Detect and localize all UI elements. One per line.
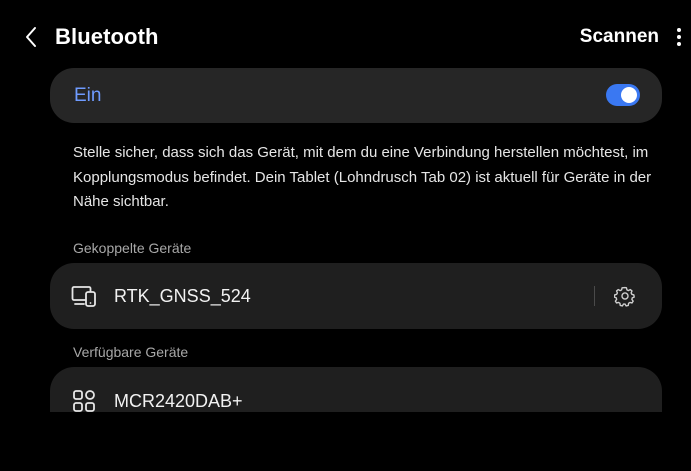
row-divider bbox=[594, 286, 595, 306]
devices-icon bbox=[71, 283, 97, 309]
bluetooth-toggle-card[interactable]: Ein bbox=[50, 68, 662, 123]
paired-device-name: RTK_GNSS_524 bbox=[114, 286, 251, 306]
app-header: Bluetooth Scannen bbox=[0, 0, 691, 72]
back-button[interactable] bbox=[16, 22, 46, 52]
page-title: Bluetooth bbox=[55, 24, 159, 49]
bluetooth-status-label: Ein bbox=[74, 85, 102, 106]
device-settings-button[interactable] bbox=[612, 283, 638, 309]
switch-knob bbox=[621, 87, 637, 103]
bluetooth-switch[interactable] bbox=[606, 84, 640, 106]
more-vertical-icon bbox=[677, 28, 681, 46]
paired-device-row[interactable]: RTK_GNSS_524 bbox=[50, 263, 662, 329]
gear-icon bbox=[614, 286, 635, 307]
paired-devices-heading: Gekoppelte Geräte bbox=[73, 240, 192, 256]
available-device-name: MCR2420DAB+ bbox=[114, 391, 243, 411]
visibility-description: Stelle sicher, dass sich das Gerät, mit … bbox=[73, 144, 652, 210]
available-devices-heading: Verfügbare Geräte bbox=[73, 344, 189, 360]
bottom-area bbox=[0, 412, 691, 471]
chevron-left-icon bbox=[26, 27, 36, 47]
scan-button[interactable]: Scannen bbox=[580, 25, 659, 49]
grid-apps-icon bbox=[71, 388, 97, 414]
more-options-button[interactable] bbox=[669, 24, 689, 50]
